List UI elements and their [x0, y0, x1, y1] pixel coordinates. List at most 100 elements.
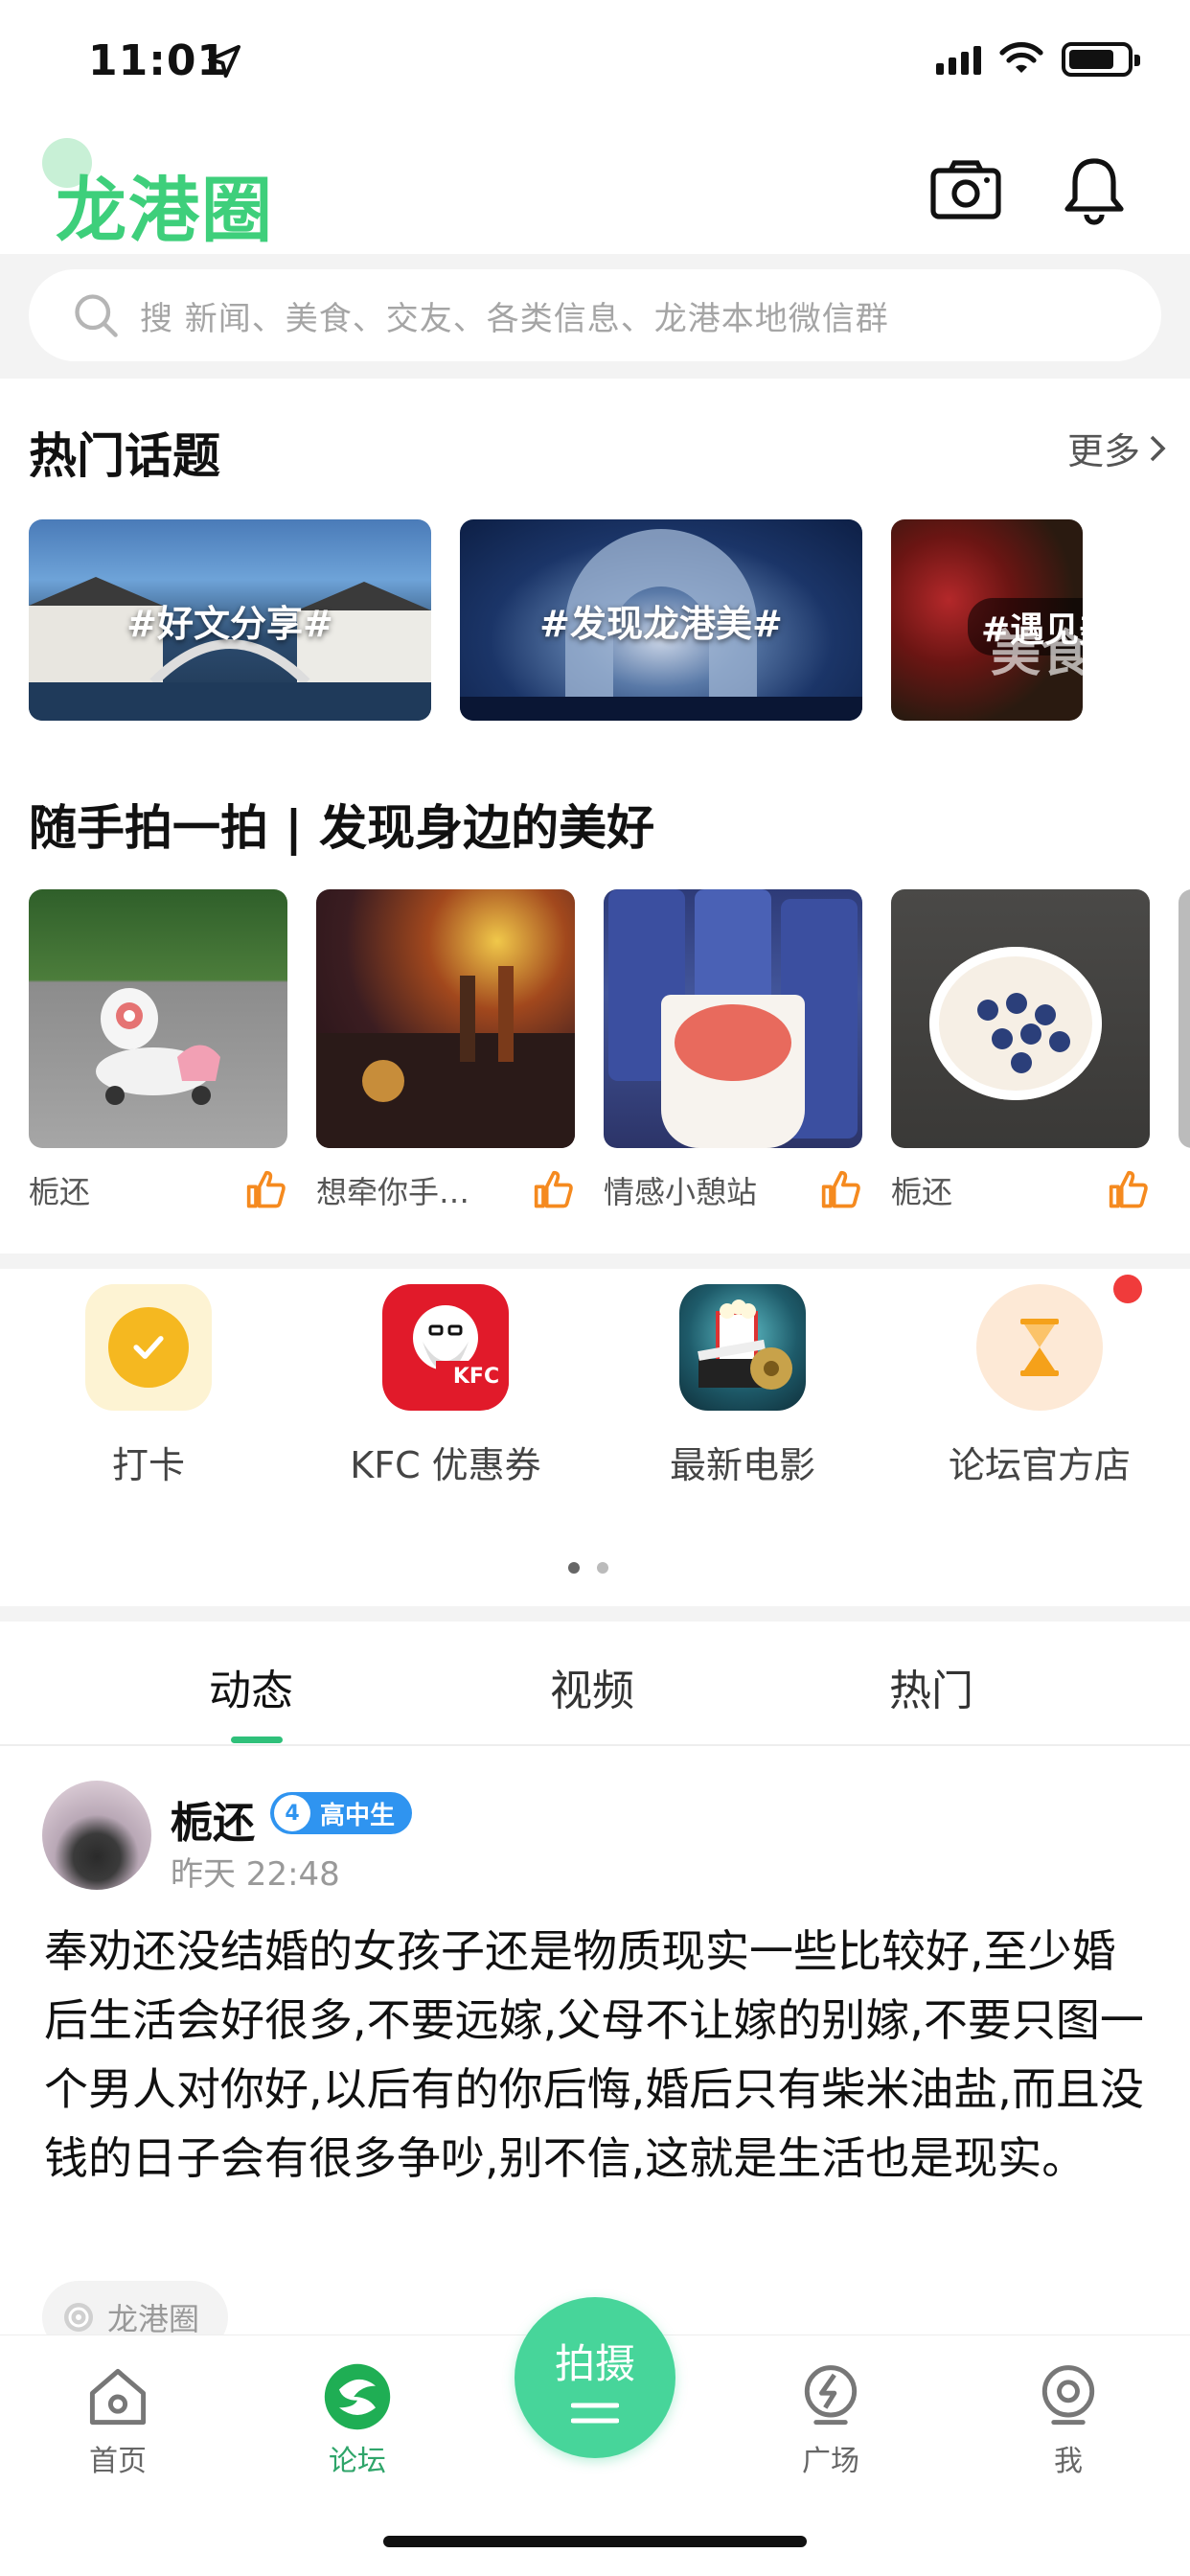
- photo-user: 想牵你手…: [316, 1174, 470, 1210]
- quick-entry-kfc[interactable]: KFC KFC 优惠券: [297, 1284, 594, 1488]
- photo-card[interactable]: 栀还: [891, 889, 1150, 1211]
- nav-square[interactable]: 广场: [759, 2360, 903, 2479]
- target-icon: [64, 2303, 93, 2332]
- kfc-icon: KFC: [382, 1284, 509, 1411]
- wifi-icon: [999, 42, 1043, 73]
- topic-card[interactable]: #发现龙港美#: [460, 519, 862, 721]
- page-dot-active: [568, 1562, 580, 1574]
- app-header: 龙港圈: [0, 125, 1190, 254]
- home-indicator: [383, 2536, 807, 2547]
- home-icon: [89, 2368, 147, 2426]
- quick-entries: 打卡 KFC KFC 优惠券 最新电影 论坛官方店: [0, 1275, 1190, 1488]
- photo-card[interactable]: 想牵你手…: [316, 889, 575, 1211]
- svg-text:KFC: KFC: [453, 1365, 499, 1389]
- movie-icon: [679, 1284, 806, 1411]
- thumbs-up-icon[interactable]: [820, 1169, 862, 1211]
- topic-label: #好文分享#: [126, 602, 333, 645]
- quick-entry-checkin[interactable]: 打卡: [0, 1284, 297, 1488]
- profile-icon: [1041, 2365, 1095, 2426]
- nav-forum-label: 论坛: [329, 2445, 386, 2478]
- quick-entry-label: 打卡: [111, 1444, 185, 1486]
- level-badge: 4 高中生: [270, 1792, 413, 1834]
- kfc-logo: KFC: [413, 1305, 509, 1390]
- topic-overlay-text: 美食打卡: [991, 626, 1083, 683]
- photo-user: 栀还: [29, 1174, 91, 1210]
- movie-illustration: [698, 1300, 792, 1390]
- square-icon: [804, 2365, 858, 2426]
- forum-icon: [324, 2363, 391, 2430]
- section-divider: [0, 1254, 1190, 1269]
- location-arrow-icon: [208, 45, 240, 78]
- search-bar-container: 搜 新闻、美食、交友、各类信息、龙港本地微信群: [0, 254, 1190, 379]
- shoot-label: 拍摄: [554, 2339, 635, 2387]
- nav-me[interactable]: 我: [996, 2360, 1140, 2479]
- photo-user: 栀还: [891, 1174, 953, 1210]
- checkmark-icon: [133, 1336, 164, 1359]
- quick-entry-movie[interactable]: 最新电影: [594, 1284, 891, 1488]
- nav-forum[interactable]: 论坛: [286, 2360, 429, 2479]
- hourglass-glyph: [1020, 1319, 1059, 1376]
- status-icons: [936, 42, 1140, 77]
- hourglass-icon: [976, 1284, 1103, 1411]
- photo-image: [316, 889, 575, 1148]
- post-body: 奉劝还没结婚的女孩子还是物质现实一些比较好,至少婚后生活会好很多,不要远嫁,父母…: [44, 1925, 1144, 2184]
- search-input[interactable]: 搜 新闻、美食、交友、各类信息、龙港本地微信群: [29, 269, 1161, 361]
- scooter-image: [96, 988, 220, 1105]
- topic-label: #发现龙港美#: [539, 602, 783, 645]
- page-indicator: [568, 1562, 608, 1574]
- bell-icon[interactable]: [1056, 151, 1133, 228]
- topic-card[interactable]: #遇见美食# 美食打卡: [891, 519, 1083, 721]
- photo-image: [891, 889, 1150, 1148]
- photo-card[interactable]: 情感小憩站: [604, 889, 862, 1211]
- status-bar: 11:01: [0, 0, 1190, 125]
- search-placeholder: 搜 新闻、美食、交友、各类信息、龙港本地微信群: [140, 299, 889, 338]
- level-title: 高中生: [320, 1801, 396, 1830]
- section-divider: [0, 1606, 1190, 1622]
- cellular-signal-icon: [936, 44, 981, 75]
- nav-home-label: 首页: [89, 2445, 147, 2478]
- hot-topics-list: #好文分享# #发现龙港美# #遇见美食# 美食打卡: [29, 519, 1083, 721]
- level-number: 4: [274, 1795, 310, 1831]
- topic-card[interactable]: #好文分享#: [29, 519, 431, 721]
- nav-me-label: 我: [1054, 2445, 1083, 2478]
- tab-video[interactable]: 视频: [550, 1656, 634, 1717]
- page-dot: [597, 1562, 608, 1574]
- quick-entry-label: 论坛官方店: [948, 1444, 1131, 1486]
- tab-hot[interactable]: 热门: [889, 1656, 973, 1717]
- avatar[interactable]: [42, 1781, 151, 1890]
- thumbs-up-icon[interactable]: [533, 1169, 575, 1211]
- active-tab-indicator: [231, 1736, 283, 1743]
- photo-image: [29, 889, 287, 1148]
- tab-dynamic[interactable]: 动态: [209, 1656, 293, 1717]
- bar-scene-image: [316, 966, 575, 1148]
- hot-topics-title: 热门话题: [29, 428, 220, 484]
- post-username[interactable]: 栀还: [171, 1788, 255, 1850]
- camera-icon[interactable]: [927, 153, 1004, 230]
- nav-home[interactable]: 首页: [46, 2360, 190, 2479]
- quick-entry-shop[interactable]: 论坛官方店: [891, 1275, 1188, 1488]
- post-tag-label: 龙港圈: [107, 2301, 200, 2337]
- notification-dot: [1113, 1275, 1142, 1303]
- battery-icon: [1062, 42, 1140, 77]
- menu-lines-icon: [571, 2403, 619, 2423]
- app-title: 龙港圈: [56, 170, 274, 252]
- thumbs-up-icon[interactable]: [1108, 1169, 1150, 1211]
- photo-card[interactable]: 栀还: [29, 889, 287, 1211]
- nav-square-label: 广场: [802, 2445, 859, 2478]
- photos-list: 栀还 想牵你手… 情感小憩站 栀还: [29, 889, 1190, 1211]
- chevron-right-icon: [1150, 435, 1166, 461]
- post-time: 昨天 22:48: [171, 1855, 340, 1894]
- photo-card-peek[interactable]: [1179, 889, 1190, 1148]
- shoot-button[interactable]: 拍摄: [515, 2297, 675, 2458]
- photo-image: [604, 889, 862, 1148]
- search-icon: [75, 294, 118, 337]
- feed-tabs: 动态 视频 热门: [0, 1627, 1190, 1746]
- checkin-icon-tile: [85, 1284, 212, 1411]
- quick-entry-label: KFC 优惠券: [350, 1444, 541, 1486]
- quick-entry-label: 最新电影: [669, 1444, 815, 1486]
- more-link[interactable]: 更多: [1067, 422, 1167, 474]
- more-label: 更多: [1066, 430, 1140, 472]
- photos-title: 随手拍一拍 | 发现身边的美好: [29, 800, 655, 856]
- thumbs-up-icon[interactable]: [245, 1169, 287, 1211]
- photo-user: 情感小憩站: [604, 1174, 758, 1210]
